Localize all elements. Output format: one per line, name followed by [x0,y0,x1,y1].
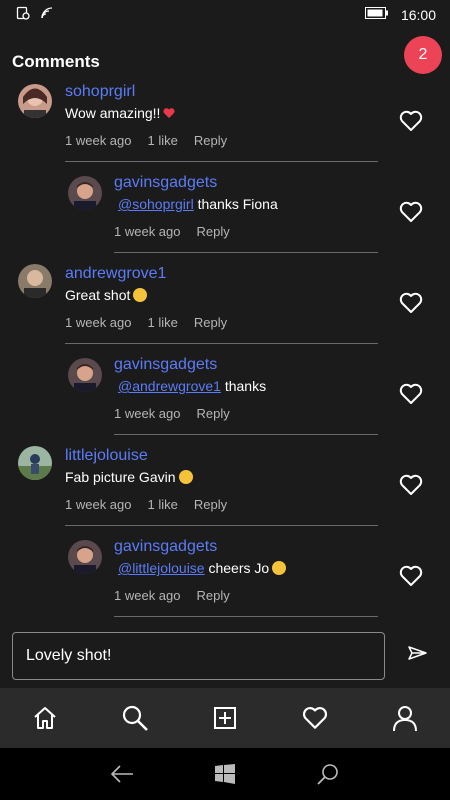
like-heart-icon[interactable] [398,108,424,134]
windows-icon[interactable] [212,761,238,787]
comment-time: 1 week ago [65,497,132,512]
comment-meta: 1 week ago Reply [114,406,230,421]
comment-item: gavinsgadgets @andrewgrove1 thanks 1 wee… [0,353,450,444]
heart-emoji-icon [163,108,176,118]
comment-username[interactable]: gavinsgadgets [114,174,217,192]
comment-item: littlejolouise Fab picture Gavin 1 week … [0,444,450,535]
battery-icon [364,6,389,24]
avatar[interactable] [68,358,102,392]
wifi-icon [40,6,56,25]
like-heart-icon[interactable] [398,472,424,498]
divider [114,616,378,617]
comment-text: @andrewgrove1 thanks [118,378,267,394]
reply-button[interactable]: Reply [197,588,230,603]
avatar[interactable] [68,540,102,574]
comment-username[interactable]: gavinsgadgets [114,538,217,556]
comment-text: Wow amazing!! [65,105,176,121]
reply-button[interactable]: Reply [197,406,230,421]
like-heart-icon[interactable] [398,381,424,407]
comment-time: 1 week ago [65,315,132,330]
comment-likes[interactable]: 1 like [148,133,178,148]
divider [114,252,378,253]
comment-time: 1 week ago [114,224,181,239]
send-icon[interactable] [404,640,430,666]
reply-button[interactable]: Reply [194,497,227,512]
grin-emoji-icon [272,561,287,575]
comment-username[interactable]: sohoprgirl [65,83,135,101]
comment-likes[interactable]: 1 like [148,315,178,330]
comment-username[interactable]: andrewgrove1 [65,265,166,283]
cortana-search-icon[interactable] [315,761,341,787]
comment-time: 1 week ago [65,133,132,148]
notification-badge[interactable]: 2 [404,36,442,74]
comment-item: gavinsgadgets @littlejolouise cheers Jo … [0,535,450,625]
back-icon[interactable] [109,761,135,787]
comment-username[interactable]: littlejolouise [65,447,148,465]
mention-link[interactable]: @sohoprgirl [118,196,194,212]
mention-link[interactable]: @andrewgrove1 [118,378,221,394]
avatar[interactable] [18,446,52,480]
system-nav-bar [0,748,450,800]
comment-input[interactable] [13,633,384,679]
comment-meta: 1 week ago Reply [114,224,230,239]
comment-username[interactable]: gavinsgadgets [114,356,217,374]
comment-text: @sohoprgirl thanks Fiona [118,196,278,212]
avatar[interactable] [68,176,102,210]
avatar[interactable] [18,84,52,118]
divider [65,525,378,526]
like-heart-icon[interactable] [398,199,424,225]
comment-text: Great shot [65,287,148,303]
comment-input-box[interactable] [12,632,385,680]
comment-meta: 1 week ago 1 like Reply [65,497,227,512]
divider [65,343,378,344]
comment-meta: 1 week ago 1 like Reply [65,133,227,148]
mention-link[interactable]: @littlejolouise [118,560,205,576]
heart-icon[interactable] [300,703,330,733]
comment-text: Fab picture Gavin [65,469,193,485]
status-bar: 16:00 [0,0,450,30]
search-icon[interactable] [120,703,150,733]
status-time: 16:00 [400,7,436,23]
notification-icon [16,6,30,25]
comment-text: @littlejolouise cheers Jo [118,560,287,576]
divider [114,434,378,435]
reply-button[interactable]: Reply [194,315,227,330]
home-icon[interactable] [30,703,60,733]
grin-emoji-icon [133,288,148,302]
like-heart-icon[interactable] [398,290,424,316]
add-post-icon[interactable] [210,703,240,733]
grin-emoji-icon [178,470,193,484]
comments-list[interactable]: sohoprgirl Wow amazing!! 1 week ago 1 li… [0,80,450,625]
comment-meta: 1 week ago Reply [114,588,230,603]
like-heart-icon[interactable] [398,563,424,589]
comment-likes[interactable]: 1 like [148,497,178,512]
bottom-nav [0,688,450,748]
reply-button[interactable]: Reply [194,133,227,148]
avatar[interactable] [18,264,52,298]
profile-icon[interactable] [390,703,420,733]
comment-time: 1 week ago [114,406,181,421]
divider [65,161,378,162]
comment-time: 1 week ago [114,588,181,603]
comment-item: sohoprgirl Wow amazing!! 1 week ago 1 li… [0,80,450,171]
comment-item: gavinsgadgets @sohoprgirl thanks Fiona 1… [0,171,450,262]
reply-button[interactable]: Reply [197,224,230,239]
comment-meta: 1 week ago 1 like Reply [65,315,227,330]
comment-item: andrewgrove1 Great shot 1 week ago 1 lik… [0,262,450,353]
page-title: Comments [12,52,100,71]
